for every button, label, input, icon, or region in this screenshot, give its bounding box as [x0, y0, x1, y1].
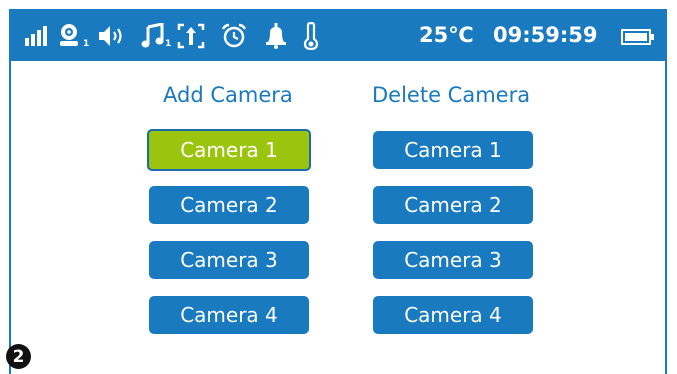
- add-camera-1-button[interactable]: Camera 1: [147, 129, 311, 171]
- add-camera-2-button[interactable]: Camera 2: [149, 186, 309, 224]
- temperature-readout: 25℃: [419, 23, 474, 47]
- battery-icon: [621, 29, 655, 45]
- bell-icon: [265, 23, 287, 49]
- volume-icon: [97, 24, 127, 48]
- music-icon: [141, 23, 165, 49]
- delete-camera-heading: Delete Camera: [372, 83, 531, 107]
- delete-camera-1-button[interactable]: Camera 1: [373, 131, 533, 169]
- add-camera-3-button[interactable]: Camera 3: [149, 241, 309, 279]
- camera-settings-screen: 1 1 25℃ 09:59:59 Add Camera Delete Camer…: [9, 9, 667, 374]
- add-camera-heading: Add Camera: [163, 83, 293, 107]
- camera-user-icon: [57, 23, 81, 47]
- figure-number-badge: 2: [6, 344, 31, 369]
- time-readout: 09:59:59: [493, 23, 598, 47]
- thermometer-icon: [303, 22, 319, 50]
- add-camera-4-button[interactable]: Camera 4: [149, 296, 309, 334]
- camera-number: 1: [83, 39, 90, 49]
- signal-icon: [25, 26, 47, 46]
- delete-camera-2-button[interactable]: Camera 2: [373, 186, 533, 224]
- status-bar: 1 1 25℃ 09:59:59: [11, 11, 665, 61]
- music-number: 1: [165, 39, 172, 49]
- zoom-icon: [177, 23, 205, 49]
- delete-camera-4-button[interactable]: Camera 4: [373, 296, 533, 334]
- delete-camera-3-button[interactable]: Camera 3: [373, 241, 533, 279]
- alarm-clock-icon: [221, 23, 247, 49]
